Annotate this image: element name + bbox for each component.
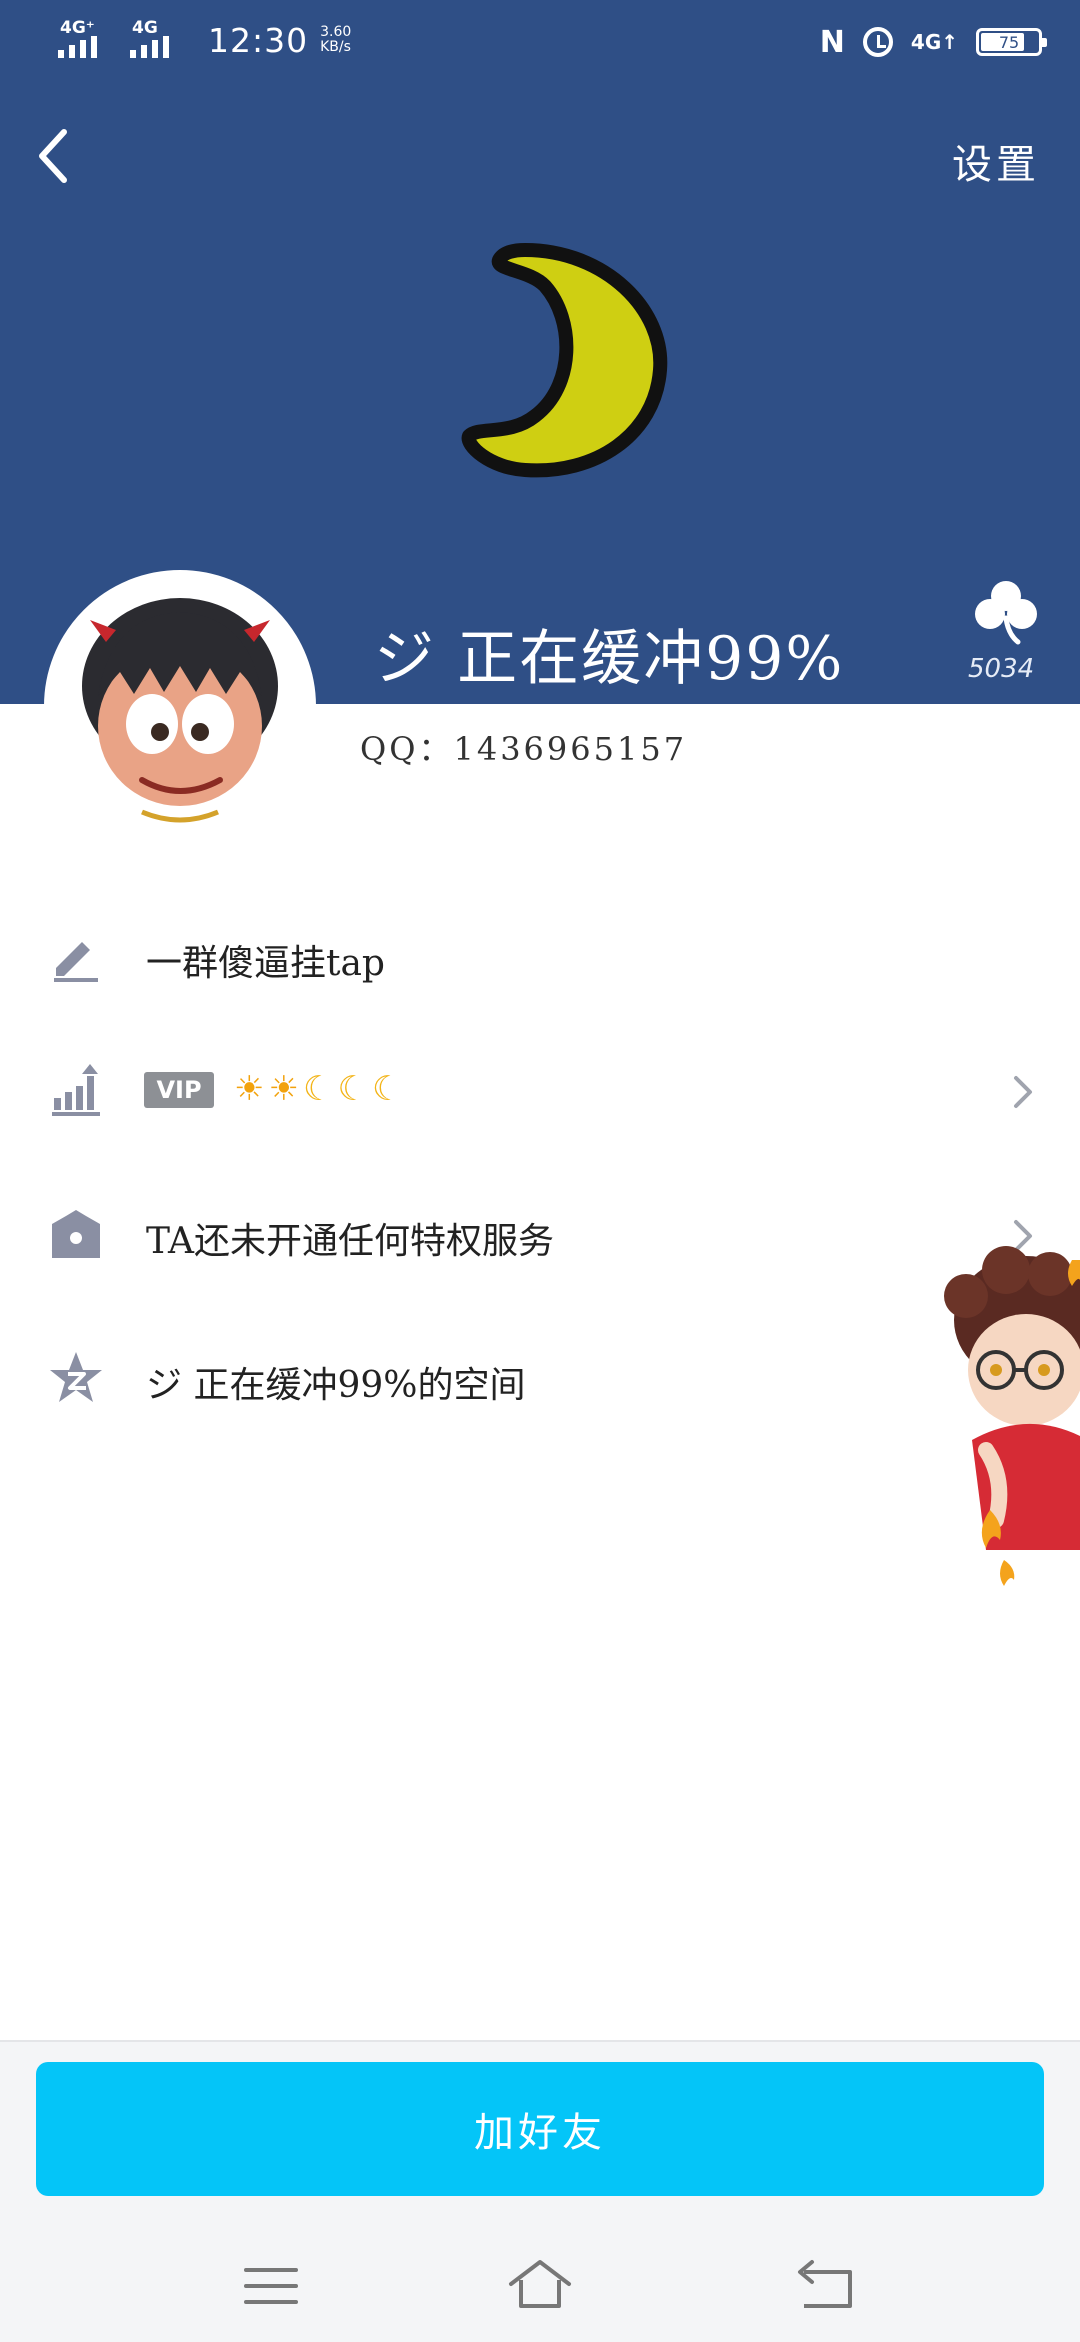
profile-nickname: ジ 正在缓冲99%	[374, 624, 845, 694]
status-bar: 4G⁺ 4G 12:30 3.60 KB/s N 4G↑ 75	[0, 0, 1080, 84]
qq-level-icons: ☀ ☀ ☾ ☾ ☾	[234, 1068, 402, 1110]
avatar[interactable]	[44, 570, 316, 842]
edit-pencil-icon	[54, 942, 98, 982]
qq-number: QQ：1436965157	[360, 730, 688, 768]
add-friend-button[interactable]: 加好友	[36, 2062, 1044, 2196]
sun-level-icon: ☀	[268, 1069, 299, 1109]
system-navigation-bar	[0, 2230, 1080, 2340]
moon-level-icon: ☾	[337, 1069, 368, 1109]
clover-icon[interactable]	[972, 578, 1040, 646]
privilege-row[interactable]: TA还未开通任何特权服务	[0, 1176, 1080, 1296]
nfc-icon: N	[819, 24, 845, 60]
back-icon[interactable]	[790, 2250, 860, 2320]
home-icon[interactable]	[505, 2250, 575, 2320]
avatar-image	[50, 576, 310, 836]
clover-count: 5034	[968, 654, 1035, 684]
battery-icon: 75	[976, 28, 1047, 56]
sun-level-icon: ☀	[234, 1069, 265, 1109]
signature-row[interactable]: 一群傻逼挂tap	[0, 898, 1080, 1018]
battery-level: 75	[998, 32, 1020, 52]
moon-cover-image	[461, 243, 668, 478]
vip-badge: VIP	[144, 1072, 214, 1108]
moon-level-icon: ☾	[371, 1069, 403, 1109]
moon-level-icon: ☾	[302, 1069, 334, 1109]
vip-level-row[interactable]: VIP ☀ ☀ ☾ ☾ ☾	[0, 1032, 1080, 1152]
floating-cartoon-sticker[interactable]	[926, 1240, 1080, 1600]
level-up-chart-icon	[52, 1064, 100, 1116]
privilege-text: TA还未开通任何特权服务	[146, 1221, 555, 1262]
settings-button[interactable]: 设置	[952, 132, 1040, 190]
crown-box-icon	[52, 1210, 100, 1258]
data-network-icon: 4G↑	[910, 30, 958, 54]
menu-icon[interactable]	[236, 2250, 306, 2320]
qzone-star-icon	[50, 1352, 102, 1402]
chevron-right-icon	[1014, 1076, 1032, 1108]
alarm-icon	[862, 27, 893, 57]
cellular-signal-icon-2: 4G	[130, 18, 188, 62]
status-time: 12:30	[208, 20, 309, 60]
cellular-signal-icon: 4G⁺	[58, 18, 116, 62]
network-speed: 3.60 KB/s	[320, 24, 352, 55]
back-arrow-icon[interactable]	[28, 124, 82, 188]
signature-text: 一群傻逼挂tap	[146, 943, 385, 984]
qzone-text: ジ 正在缓冲99%的空间	[146, 1365, 526, 1406]
qzone-row[interactable]: ジ 正在缓冲99%的空间	[0, 1320, 1080, 1440]
